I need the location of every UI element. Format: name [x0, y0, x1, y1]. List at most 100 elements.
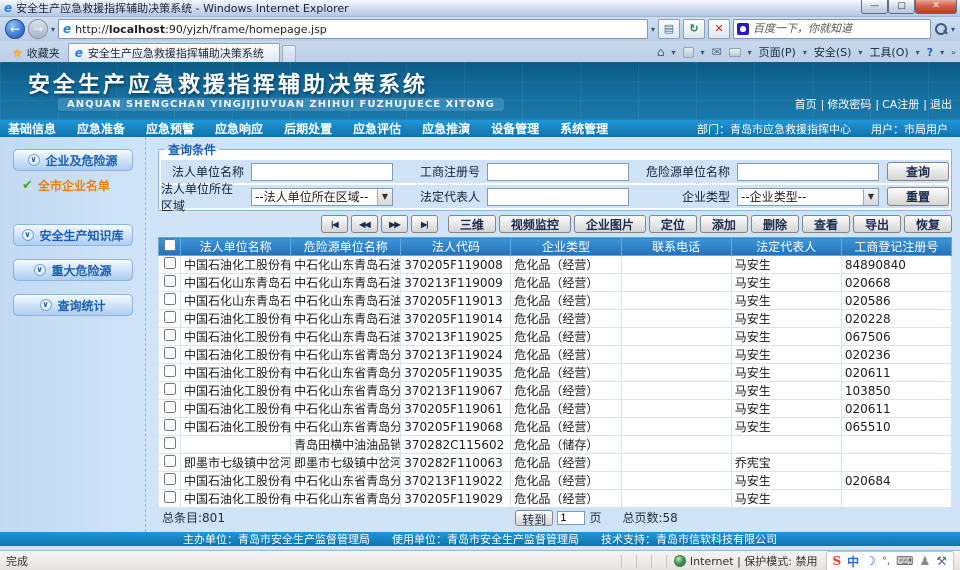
select-all-checkbox[interactable] — [164, 239, 176, 251]
history-dropdown-icon[interactable]: ▾ — [51, 25, 55, 34]
column-header[interactable]: 法定代表人 — [731, 238, 841, 256]
row-checkbox[interactable] — [164, 383, 176, 395]
ime-glyph-icon[interactable]: 中 — [847, 553, 859, 570]
row-checkbox[interactable] — [164, 275, 176, 287]
pager-button[interactable]: ▶▶ — [381, 215, 408, 233]
toolbar-button[interactable]: 导出 — [853, 215, 901, 233]
chevron-down-icon[interactable]: ▼ — [377, 189, 392, 205]
sidebar-active-link[interactable]: ✔ 全市企业名单 — [0, 177, 110, 194]
pager-button[interactable]: |◀ — [321, 215, 348, 233]
stop-button[interactable]: ✕ — [708, 19, 730, 39]
help-icon[interactable]: ? — [927, 46, 933, 59]
row-checkbox[interactable] — [164, 437, 176, 449]
address-bar[interactable]: e http://localhost:90/yjzh/frame/homepag… — [58, 19, 648, 39]
home-icon[interactable]: ⌂ — [657, 45, 665, 59]
table-row[interactable]: 中国石油化工股份有限公司山东省青岛分公司 中石化山东省青岛分公司第22站 370… — [159, 472, 952, 490]
compatibility-view-button[interactable]: ▤ — [658, 19, 680, 39]
toolbar-button[interactable]: 删除 — [751, 215, 799, 233]
nav-item[interactable]: 应急响应 — [215, 120, 263, 137]
mail-icon[interactable]: ✉ — [712, 45, 722, 59]
query-button[interactable]: 查询 — [887, 162, 949, 181]
maximize-button[interactable]: ▢ — [888, 0, 915, 14]
table-row[interactable]: 中国石油化工股份有限公司山东青岛石油分公司 中石化山东青岛石油分公司25站 37… — [159, 328, 952, 346]
pager-button[interactable]: ▶| — [411, 215, 438, 233]
ime-glyph-icon[interactable]: ⚒ — [936, 554, 947, 568]
toolbar-button[interactable]: 添加 — [700, 215, 748, 233]
feeds-icon[interactable] — [683, 47, 694, 58]
nav-item[interactable]: 应急准备 — [77, 120, 125, 137]
forward-button[interactable]: → — [28, 19, 48, 39]
pager-button[interactable]: ◀◀ — [351, 215, 378, 233]
input-business-reg[interactable] — [487, 163, 629, 181]
print-icon[interactable] — [729, 48, 741, 57]
header-link[interactable]: 修改密码 — [821, 96, 872, 112]
ime-glyph-icon[interactable]: S — [833, 554, 842, 568]
table-row[interactable]: 中国石化山东青岛石油分公司 中石化山东青岛石油分公司13加油站 370205F1… — [159, 292, 952, 310]
home-dropdown-icon[interactable]: ▾ — [671, 48, 675, 57]
search-icon[interactable] — [934, 22, 948, 36]
table-row[interactable]: 中国石化山东青岛石油分公司 中石化山东青岛石油分公司09加油站 370213F1… — [159, 274, 952, 292]
toolbar-button[interactable]: 定位 — [649, 215, 697, 233]
favorites-button[interactable]: ★ 收藏夹 — [4, 44, 68, 62]
ime-toolbar[interactable]: S中☽°,⌨♟⚒ — [826, 551, 955, 570]
toolbar-button[interactable]: 视频监控 — [499, 215, 571, 233]
nav-item[interactable]: 应急推演 — [422, 120, 470, 137]
close-button[interactable]: ✕ — [915, 0, 957, 14]
table-row[interactable]: 中国石油化工股份有限公司山东省青岛分公司 中石化山东省青岛分公司29站 3702… — [159, 490, 952, 508]
header-link[interactable]: 首页 — [795, 96, 817, 112]
row-checkbox[interactable] — [164, 311, 176, 323]
select-enterprise-type[interactable]: --企业类型-- ▼ — [737, 188, 879, 206]
row-checkbox[interactable] — [164, 473, 176, 485]
print-dropdown-icon[interactable]: ▾ — [748, 48, 752, 57]
toolbar-button[interactable]: 三维 — [448, 215, 496, 233]
menu-tools[interactable]: 工具(O) — [869, 44, 908, 60]
menu-page[interactable]: 页面(P) — [759, 44, 796, 60]
input-legal-rep[interactable] — [487, 188, 629, 206]
row-checkbox[interactable] — [164, 491, 176, 503]
column-header[interactable]: 危险源单位名称 — [291, 238, 401, 256]
search-input[interactable] — [753, 23, 927, 35]
minimize-button[interactable]: — — [861, 0, 888, 14]
ime-glyph-icon[interactable]: °, — [882, 556, 890, 567]
toolbar-button[interactable]: 企业图片 — [574, 215, 646, 233]
row-checkbox[interactable] — [164, 401, 176, 413]
back-button[interactable]: ← — [5, 19, 25, 39]
table-row[interactable]: 即墨市七级镇中岔河加油站 即墨市七级镇中岔河加油站 370282F110063 … — [159, 454, 952, 472]
ime-glyph-icon[interactable]: ⌨ — [896, 554, 913, 568]
reset-button[interactable]: 重置 — [887, 187, 949, 206]
nav-item[interactable]: 设备管理 — [491, 120, 539, 137]
sidebar-button-knowledge[interactable]: ∨ 安全生产知识库 — [13, 224, 133, 246]
toolbar-button[interactable]: 恢复 — [904, 215, 952, 233]
page-input[interactable] — [557, 511, 585, 525]
overflow-chevron-icon[interactable]: » — [951, 48, 956, 57]
row-checkbox[interactable] — [164, 419, 176, 431]
header-link[interactable]: 退出 — [923, 96, 952, 112]
sidebar-button-statistics[interactable]: ∨ 查询统计 — [13, 294, 133, 316]
nav-item[interactable]: 后期处置 — [284, 120, 332, 137]
table-row[interactable]: 中国石油化工股份有限公司山东省青岛分公司 中石化山东省青岛分公司67站 3702… — [159, 382, 952, 400]
select-region[interactable]: --法人单位所在区域-- ▼ — [251, 188, 393, 206]
feeds-dropdown-icon[interactable]: ▾ — [701, 48, 705, 57]
column-header[interactable]: 工商登记注册号 — [841, 238, 951, 256]
search-box[interactable] — [733, 19, 931, 39]
column-header[interactable]: 企业类型 — [511, 238, 621, 256]
column-header[interactable]: 联系电话 — [621, 238, 731, 256]
search-dropdown-icon[interactable]: ▾ — [951, 25, 955, 34]
address-dropdown-icon[interactable]: ▾ — [651, 25, 655, 34]
goto-button[interactable]: 转到 — [515, 510, 553, 526]
table-row[interactable]: 中国石油化工股份有限公司山东省青岛分公司 中石化山东省青岛分公司68站 3702… — [159, 418, 952, 436]
toolbar-button[interactable]: 查看 — [802, 215, 850, 233]
table-row[interactable]: 中国石油化工股份有限公司山东省青岛分公司 中石化山东省青岛分公司24站 3702… — [159, 346, 952, 364]
row-checkbox[interactable] — [164, 293, 176, 305]
nav-item[interactable]: 应急评估 — [353, 120, 401, 137]
table-row[interactable]: 青岛田横中油油品销售有限公司 370282C115602 危化品（储存） — [159, 436, 952, 454]
new-tab-stub[interactable] — [282, 45, 296, 62]
input-hazard-name[interactable] — [737, 163, 879, 181]
browser-tab[interactable]: e 安全生产应急救援指挥辅助决策系统 — [68, 43, 280, 62]
table-row[interactable]: 中国石油化工股份有限公司山东省青岛分公司 中石化山东省青岛分公司61站 3702… — [159, 400, 952, 418]
sidebar-button-enterprises[interactable]: ∨ 企业及危险源 — [13, 149, 133, 171]
column-header[interactable]: 法人代码 — [401, 238, 511, 256]
nav-item[interactable]: 系统管理 — [560, 120, 608, 137]
nav-item[interactable]: 基础信息 — [8, 120, 56, 137]
menu-safety[interactable]: 安全(S) — [814, 44, 852, 60]
